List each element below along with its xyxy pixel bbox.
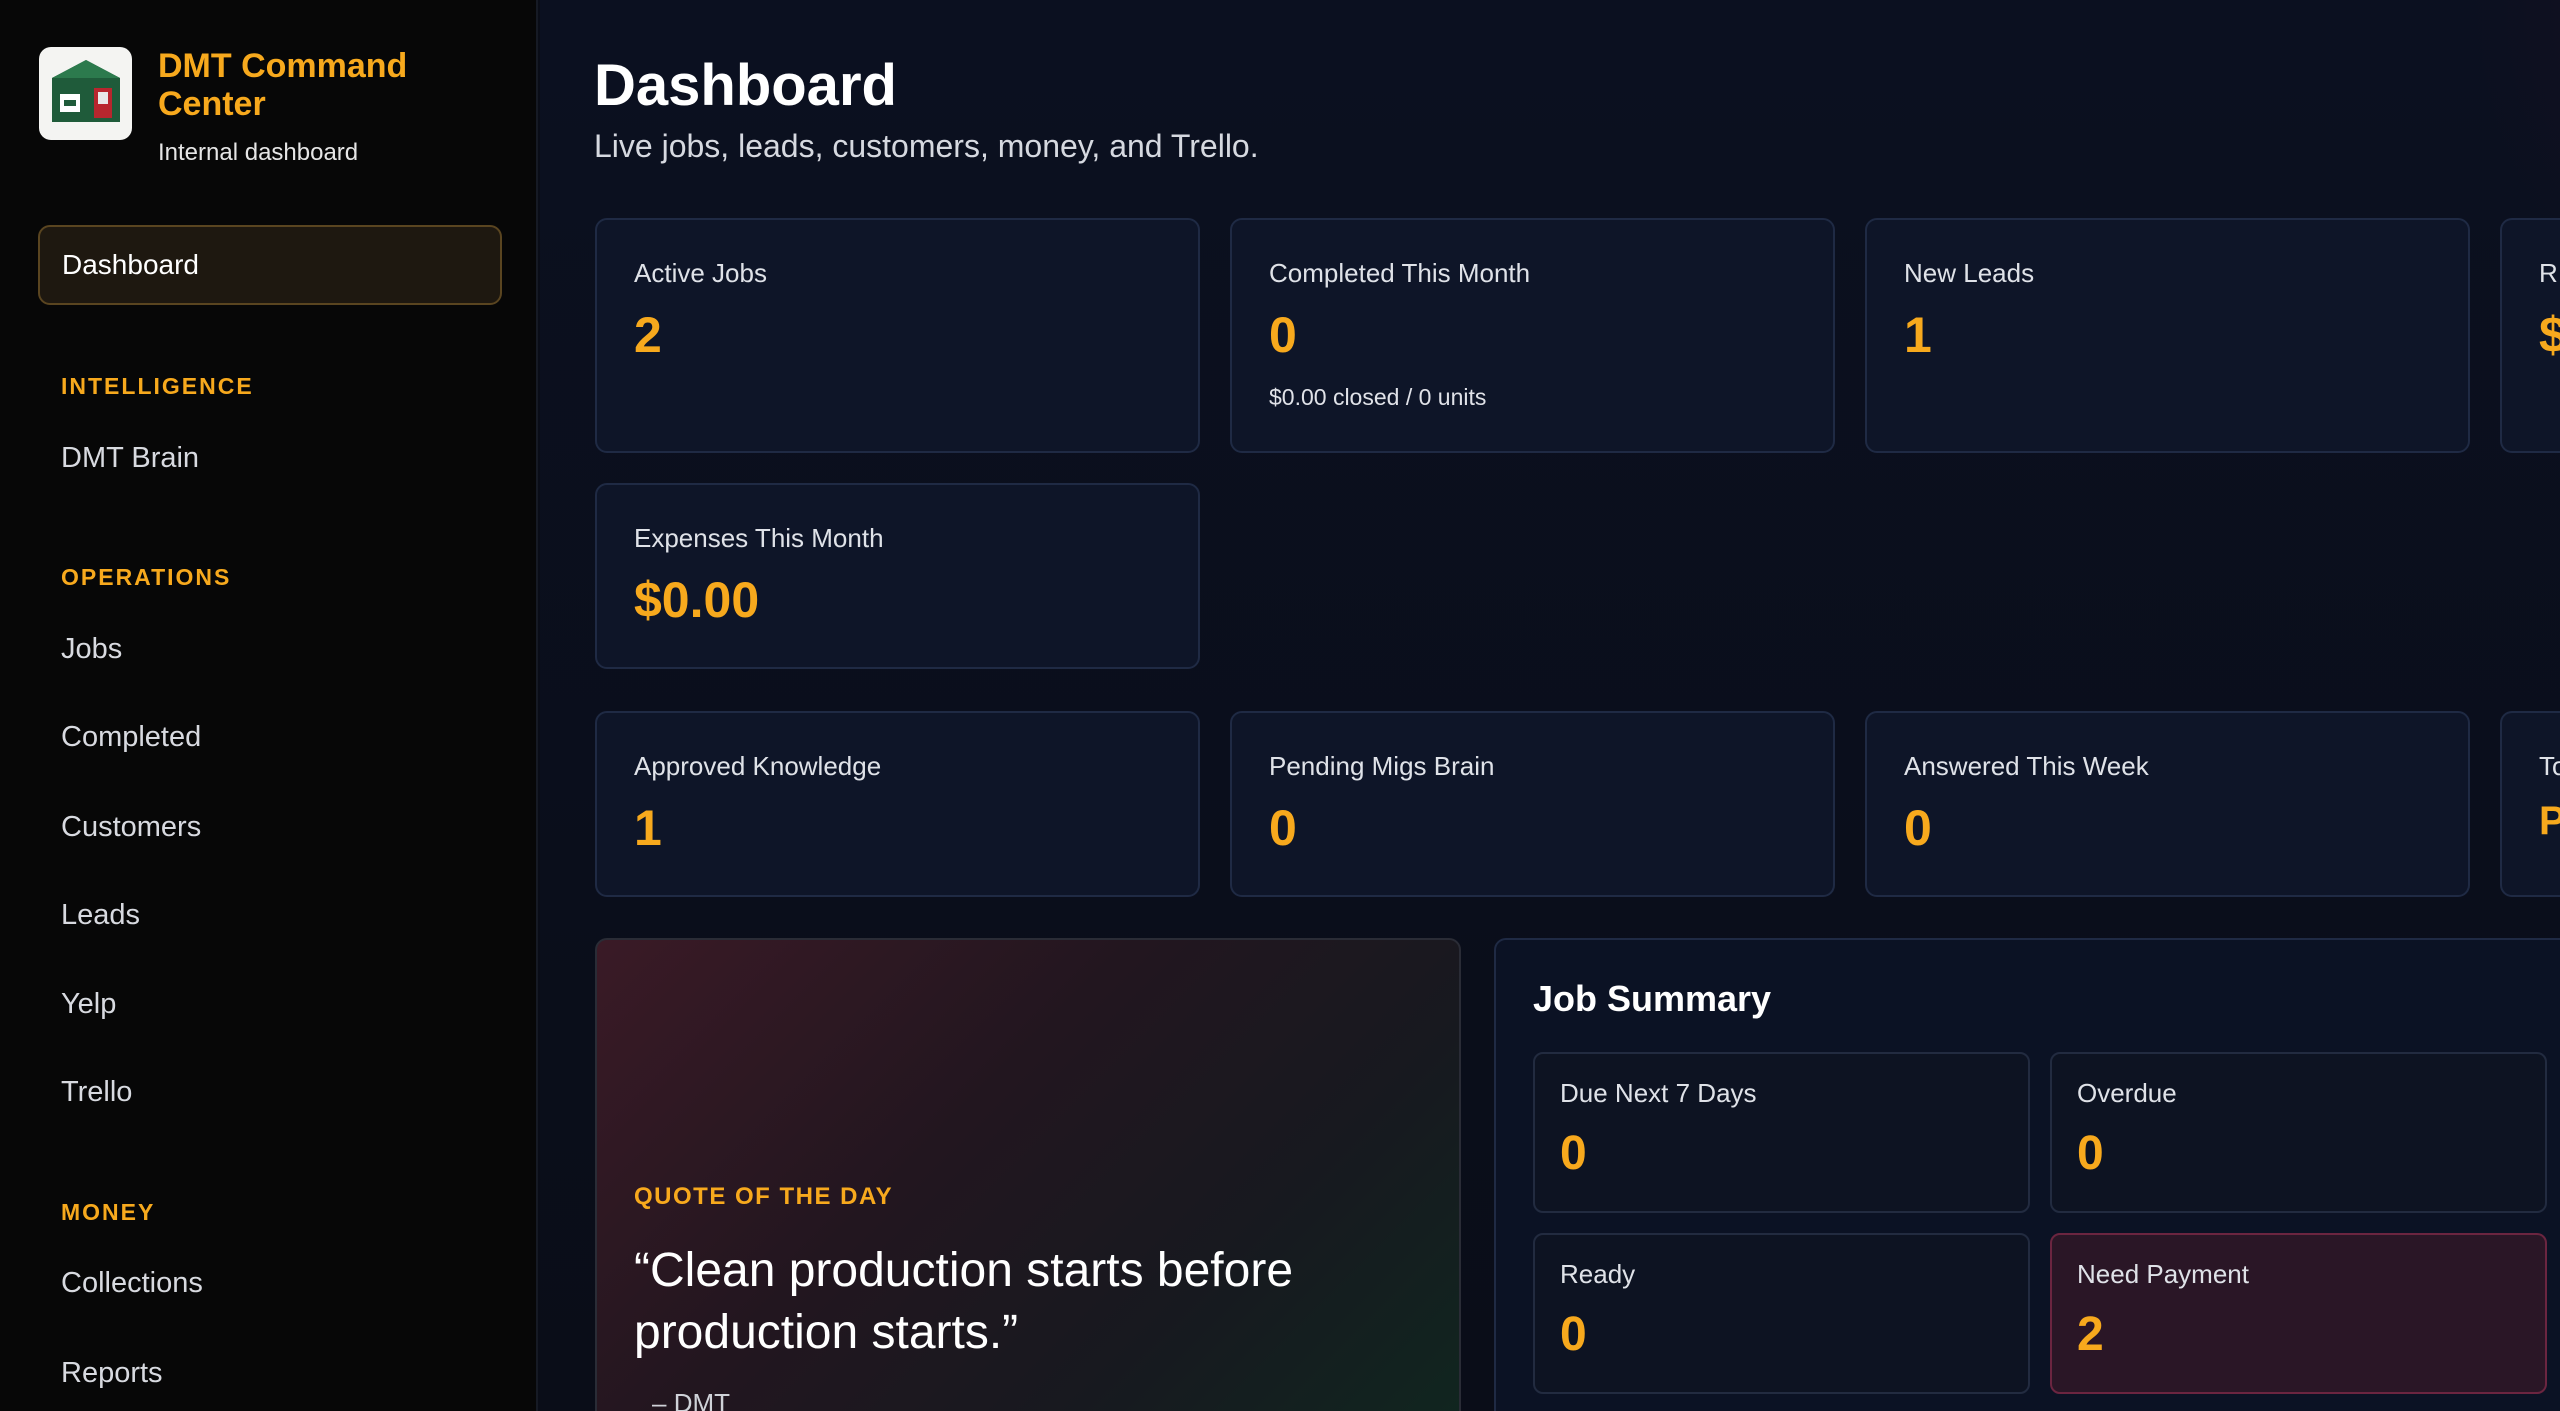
stat-label: To (2539, 751, 2560, 781)
quote-author: – DMT (652, 1388, 730, 1411)
sidebar-item-trello[interactable]: Trello (61, 1076, 132, 1109)
summary-need-payment[interactable]: Need Payment 2 (2050, 1233, 2547, 1394)
brand-subtitle: Internal dashboard (158, 139, 359, 166)
quote-card: QUOTE OF THE DAY “Clean production start… (595, 938, 1461, 1411)
sidebar-item-leads[interactable]: Leads (61, 899, 140, 932)
summary-value: 2 (2077, 1308, 2104, 1361)
sidebar-item-completed[interactable]: Completed (61, 721, 201, 754)
stat-value: 0 (1269, 800, 1297, 856)
stat-label: R (2539, 258, 2558, 288)
quote-heading: QUOTE OF THE DAY (634, 1183, 894, 1210)
stat-card-new-leads[interactable]: New Leads 1 (1865, 218, 2470, 453)
stat-value: 1 (634, 800, 662, 856)
stat-card-expenses-this-month[interactable]: Expenses This Month $0.00 (595, 483, 1200, 669)
stat-value: P (2539, 799, 2560, 844)
job-summary-title: Job Summary (1533, 978, 1772, 1019)
stat-value: $ (2539, 306, 2560, 364)
job-summary-panel: Job Summary Due Next 7 Days 0 Overdue 0 … (1494, 938, 2560, 1411)
page-subtitle: Live jobs, leads, customers, money, and … (594, 128, 1259, 164)
summary-value: 0 (1560, 1127, 1587, 1180)
brand-title: DMT Command Center (158, 47, 408, 123)
sidebar: DMT Command Center Internal dashboard Da… (0, 0, 538, 1411)
sidebar-item-jobs[interactable]: Jobs (61, 633, 122, 666)
brand: DMT Command Center Internal dashboard (39, 47, 448, 167)
stat-card-pending-migs-brain[interactable]: Pending Migs Brain 0 (1230, 711, 1835, 897)
sidebar-item-dmt-brain[interactable]: DMT Brain (61, 442, 199, 475)
section-operations: OPERATIONS (61, 564, 232, 590)
summary-value: 0 (2077, 1127, 2104, 1180)
sidebar-item-dashboard[interactable]: Dashboard (38, 225, 502, 305)
summary-ready[interactable]: Ready 0 (1533, 1233, 2030, 1394)
stat-card-completed-this-month[interactable]: Completed This Month 0 $0.00 closed / 0 … (1230, 218, 1835, 453)
summary-value: 0 (1560, 1308, 1587, 1361)
stat-card-active-jobs[interactable]: Active Jobs 2 (595, 218, 1200, 453)
dmt-logo-icon (39, 47, 132, 140)
stat-label: Expenses This Month (634, 523, 884, 553)
summary-label: Ready (1560, 1259, 1636, 1289)
section-money: MONEY (61, 1199, 156, 1225)
stat-label: Approved Knowledge (634, 751, 882, 781)
summary-overdue[interactable]: Overdue 0 (2050, 1052, 2547, 1213)
stat-card-approved-knowledge[interactable]: Approved Knowledge 1 (595, 711, 1200, 897)
stat-card-answered-this-week[interactable]: Answered This Week 0 (1865, 711, 2470, 897)
stat-card-partial[interactable]: R $ (2500, 218, 2560, 453)
stat-value: 2 (634, 307, 662, 363)
main-content: Dashboard Live jobs, leads, customers, m… (540, 0, 2560, 1411)
section-intelligence: INTELLIGENCE (61, 373, 254, 399)
sidebar-item-yelp[interactable]: Yelp (61, 988, 116, 1021)
sidebar-item-reports[interactable]: Reports (61, 1357, 163, 1390)
stat-value: $0.00 (634, 572, 760, 628)
quote-text: “Clean production starts before producti… (634, 1244, 1294, 1359)
summary-label: Overdue (2077, 1078, 2177, 1108)
stat-value: 1 (1904, 307, 1932, 363)
stat-note: $0.00 closed / 0 units (1269, 384, 1487, 410)
page-title: Dashboard (594, 53, 897, 118)
stat-card-partial[interactable]: To P (2500, 711, 2560, 897)
stat-label: New Leads (1904, 258, 2035, 288)
stat-value: 0 (1269, 307, 1297, 363)
stat-label: Answered This Week (1904, 751, 2149, 781)
summary-due-next-7-days[interactable]: Due Next 7 Days 0 (1533, 1052, 2030, 1213)
sidebar-item-collections[interactable]: Collections (61, 1267, 203, 1300)
stat-label: Active Jobs (634, 258, 767, 288)
summary-label: Need Payment (2077, 1259, 2249, 1289)
stat-value: 0 (1904, 800, 1932, 856)
stat-label: Completed This Month (1269, 258, 1531, 288)
stat-label: Pending Migs Brain (1269, 751, 1495, 781)
quote-author-name: DMT (673, 1388, 731, 1411)
sidebar-item-customers[interactable]: Customers (61, 811, 201, 844)
summary-label: Due Next 7 Days (1560, 1078, 1757, 1108)
